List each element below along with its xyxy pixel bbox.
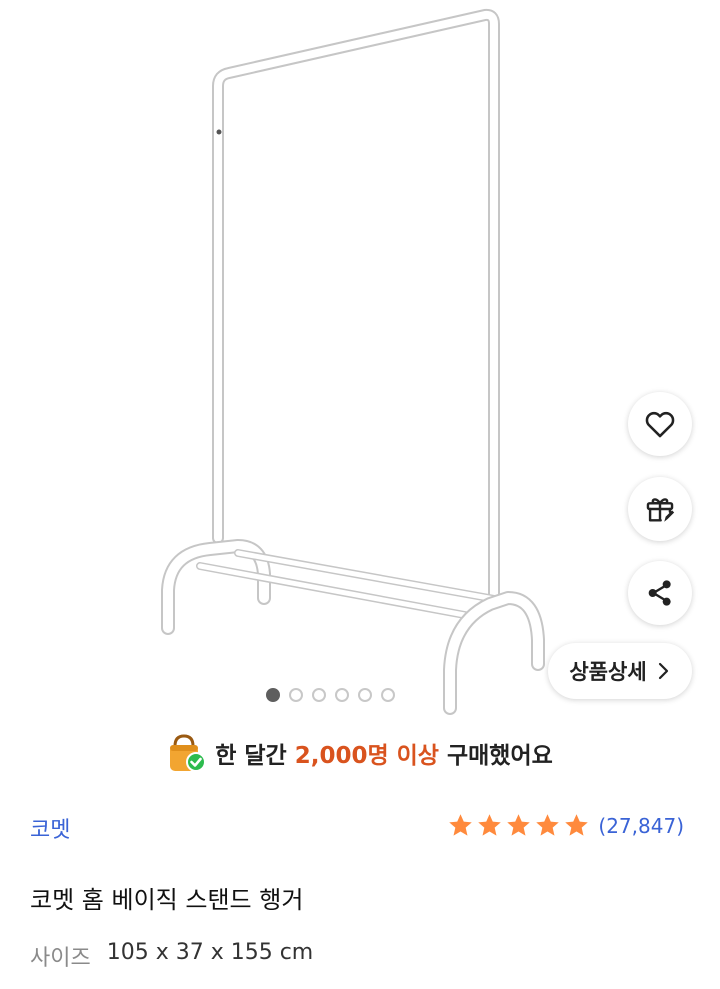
- share-button[interactable]: [628, 561, 692, 625]
- heart-icon: [645, 411, 675, 438]
- star-icon: [536, 814, 560, 836]
- star-icon: [507, 814, 531, 836]
- purchase-count-banner: 한 달간 2,000명 이상 구매했어요: [0, 727, 720, 779]
- star-icon: [449, 814, 473, 836]
- spec-label: 사이즈: [30, 946, 91, 971]
- product-title: 코멧 홈 베이직 스탠드 행거: [30, 886, 304, 914]
- spec-value: 105 x 37 x 155 cm: [106, 940, 314, 965]
- carousel-dot[interactable]: [381, 688, 395, 702]
- star-icon: [478, 814, 502, 836]
- chevron-right-icon: [658, 662, 668, 680]
- carousel-indicator: [266, 688, 395, 702]
- carousel-dot[interactable]: [358, 688, 372, 702]
- purchase-banner-highlight: 2,000명 이상: [294, 743, 439, 769]
- carousel-dot[interactable]: [312, 688, 326, 702]
- shopping-bag-check-icon: [170, 734, 206, 772]
- carousel-dot[interactable]: [289, 688, 303, 702]
- product-detail-button[interactable]: 상품상세: [548, 643, 692, 699]
- brand-link[interactable]: 코멧: [30, 812, 70, 844]
- review-count[interactable]: (27,847): [598, 814, 684, 838]
- carousel-dot[interactable]: [266, 688, 280, 702]
- share-icon: [648, 580, 671, 606]
- rating-summary[interactable]: (27,847): [447, 812, 684, 839]
- gift-button[interactable]: [628, 477, 692, 541]
- product-detail-label: 상품상세: [569, 660, 647, 684]
- carousel-dot[interactable]: [335, 688, 349, 702]
- star-icon: [565, 814, 589, 836]
- product-image-area[interactable]: 상품상세: [0, 0, 720, 722]
- purchase-banner-prefix: 한 달간: [215, 743, 287, 769]
- gift-icon: [646, 498, 675, 522]
- product-spec: 사이즈 105 x 37 x 155 cm: [30, 940, 313, 972]
- product-image: [161, 8, 545, 715]
- purchase-banner-suffix: 구매했어요: [446, 743, 553, 769]
- wishlist-button[interactable]: [628, 392, 692, 456]
